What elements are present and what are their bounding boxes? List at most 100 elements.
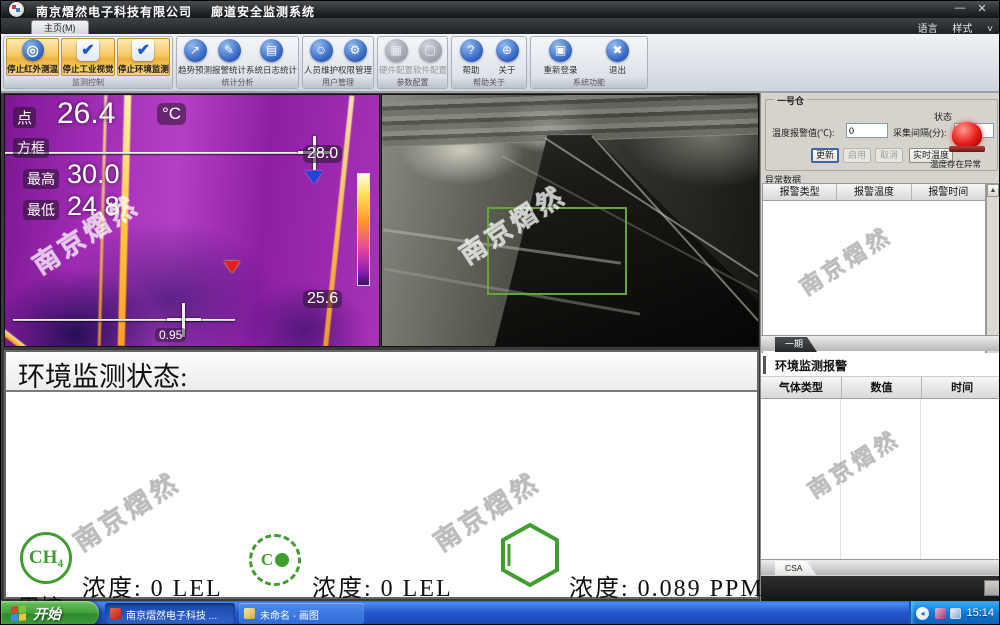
thermal-hot-stripe <box>321 95 355 347</box>
max-temperature: 30.0 <box>67 159 120 190</box>
ribbon-button-exit[interactable]: ✖ 退出 <box>589 38 646 76</box>
group-label: 帮助关于 <box>452 77 526 88</box>
globe-icon: ⊕ <box>496 39 519 62</box>
col-alarm-time[interactable]: 报警时间 <box>912 184 985 200</box>
ribbon-group-config: ▦ 硬件配置 ▢ 软件配置 参数配置 <box>377 36 448 89</box>
thermal-camera-view[interactable]: 点 26.4 °C 方框 最高 30.0 最低 24.8 28.0 25.6 0… <box>4 94 380 347</box>
alarm-table-header: 报警类型 报警温度 报警时间 <box>763 184 985 201</box>
ribbon-button-relogin[interactable]: ▣ 重新登录 <box>532 38 589 76</box>
ribbon-button-log-stats[interactable]: ▤ 系统日志统计 <box>246 38 297 76</box>
ribbon-button-hw-config: ▦ 硬件配置 <box>379 38 413 76</box>
lamp-caption: 温度存在异常 <box>930 158 981 170</box>
col-gas-time[interactable]: 时间 <box>922 377 1000 398</box>
chip-icon: ▦ <box>385 39 408 62</box>
system-tray: ◂ 15:14 <box>909 601 1000 625</box>
update-button[interactable]: 更新 <box>811 148 839 163</box>
watermark: 南京熠然 <box>66 462 187 558</box>
check-icon: ✔ <box>132 39 154 61</box>
col-alarm-type[interactable]: 报警类型 <box>763 184 837 200</box>
scroll-corner <box>984 580 1000 596</box>
marker-triangle-red <box>224 261 240 273</box>
ribbon-button-permissions[interactable]: ⚙ 权限管理 <box>338 38 372 76</box>
cancel-button: 取消 <box>875 148 903 163</box>
detection-rectangle <box>487 207 627 295</box>
gas-reading: 浓度: 0 LEL <box>82 568 223 603</box>
ribbon-button-about[interactable]: ⊕ 关于 <box>489 38 525 76</box>
minimize-button[interactable]: — <box>951 2 969 14</box>
ribbon-button-stop-vision[interactable]: ✔ 停止工业视觉 <box>61 38 114 76</box>
env-table-body <box>761 399 1000 559</box>
ribbon-group-statistics: ↗ 趋势预测 ✎ 报警统计 ▤ 系统日志统计 统计分析 <box>176 36 299 89</box>
ribbon-group-system: ▣ 重新登录 ✖ 退出 系统功能 <box>530 36 648 89</box>
scroll-up-icon[interactable]: ▲ <box>987 184 999 197</box>
env-status-title: 环境监测状态: <box>18 355 188 394</box>
start-button[interactable]: 开始 <box>1 601 99 625</box>
tab-phase-one[interactable]: 一期 <box>775 337 817 352</box>
ribbon-button-stop-infrared[interactable]: ◎ 停止红外测温 <box>6 38 59 76</box>
gas-reading: 浓度: 0.089 PPM <box>569 568 764 603</box>
ribbon-button-alarm-stats[interactable]: ✎ 报警统计 <box>212 38 246 76</box>
min-temperature: 24.8 <box>67 191 120 222</box>
ribbon-tab-row: 主页(M) 语言 样式 ˅ <box>1 18 1000 34</box>
co-dot <box>275 553 289 567</box>
phase-tabbar: 一期 <box>761 335 1000 351</box>
ribbon: ◎ 停止红外测温 ✔ 停止工业视觉 ✔ 停止环境监测 监测控制 ↗ 趋势预测 <box>1 34 1000 93</box>
group-label: 用户管理 <box>303 77 373 88</box>
ribbon-group-monitor-control: ◎ 停止红外测温 ✔ 停止工业视觉 ✔ 停止环境监测 监测控制 <box>3 36 173 89</box>
taskbar-task-app[interactable]: 南京熠然电子科技 ... <box>105 603 235 624</box>
windows-flag-icon <box>11 605 26 622</box>
window-menus: 语言 样式 ˅ <box>906 20 993 35</box>
paint-task-icon <box>244 608 255 619</box>
point-temperature: 26.4 <box>57 97 115 131</box>
question-icon: ? <box>460 39 483 62</box>
tab-home[interactable]: 主页(M) <box>31 20 89 34</box>
group-label: 监测控制 <box>4 77 172 88</box>
window-icon: ▣ <box>549 39 572 62</box>
col-alarm-temp[interactable]: 报警温度 <box>837 184 911 200</box>
accent-bar <box>763 356 766 374</box>
ribbon-button-trend[interactable]: ↗ 趋势预测 <box>178 38 212 76</box>
video-zone: 点 26.4 °C 方框 最高 30.0 最低 24.8 28.0 25.6 0… <box>1 93 760 601</box>
tray-icon-2[interactable] <box>950 608 961 619</box>
env-alarm-title: 环境监测报警 <box>775 357 847 374</box>
ribbon-button-sw-config: ▢ 软件配置 <box>413 38 447 76</box>
tray-chevron-icon[interactable]: ◂ <box>916 607 929 620</box>
app-logo-icon <box>9 2 24 17</box>
col-gas-type[interactable]: 气体类型 <box>761 377 842 398</box>
taskbar-task-paint[interactable]: 未命名 - 画图 <box>239 603 364 624</box>
ribbon-group-users: ☺ 人员维护 ⚙ 权限管理 用户管理 <box>302 36 374 89</box>
ribbon-button-help[interactable]: ? 帮助 <box>453 38 489 76</box>
silo-groupbox-title: 一号仓 <box>774 94 807 107</box>
alarm-lamp-icon <box>952 122 982 148</box>
status-label: 状态 <box>934 110 952 123</box>
carbon-monoxide-icon: C <box>249 534 301 586</box>
app-task-icon <box>110 608 121 619</box>
industrial-camera-view[interactable]: 南京熠然 <box>381 94 759 347</box>
temp-alarm-input[interactable] <box>846 123 888 138</box>
ribbon-button-personnel[interactable]: ☺ 人员维护 <box>304 38 338 76</box>
person-icon: ☺ <box>310 39 333 62</box>
csa-tabbar: CSA <box>761 559 1000 575</box>
ribbon-button-stop-env[interactable]: ✔ 停止环境监测 <box>117 38 170 76</box>
temperature-unit: °C <box>157 103 186 125</box>
stop-record-icon: ◎ <box>22 39 44 61</box>
tray-icon-1[interactable] <box>935 608 946 619</box>
thermal-hot-stripe <box>4 327 96 347</box>
max-label: 最高 <box>23 169 59 189</box>
env-alarm-table: 气体类型 数值 时间 南京熠然 <box>761 377 1000 559</box>
watermark: 南京熠然 <box>793 218 898 301</box>
close-x-icon: ✖ <box>606 39 629 62</box>
close-button[interactable]: ✕ <box>973 2 991 15</box>
ribbon-group-help: ? 帮助 ⊕ 关于 帮助关于 <box>451 36 527 89</box>
monitor-icon: ▢ <box>419 39 442 62</box>
silo-groupbox: 一号仓 温度报警值(℃): 采集间隔(分): 更新 启用 取消 实时温度 状态 … <box>765 99 998 171</box>
thermal-colorbar <box>357 173 370 286</box>
gas-reading: 浓度: 0 LEL <box>312 568 453 603</box>
marker-triangle-blue <box>305 171 323 184</box>
tab-csa[interactable]: CSA <box>775 561 816 575</box>
bottom-strip <box>761 576 1000 601</box>
check-icon: ✔ <box>77 39 99 61</box>
env-status-panel: 环境监测状态: CH₄ 甲烷 浓度: 0 LEL C 一氧化碳 浓度: 0 LE… <box>4 350 759 599</box>
col-gas-value[interactable]: 数值 <box>842 377 923 398</box>
scale-high-value: 28.0 <box>303 145 342 163</box>
